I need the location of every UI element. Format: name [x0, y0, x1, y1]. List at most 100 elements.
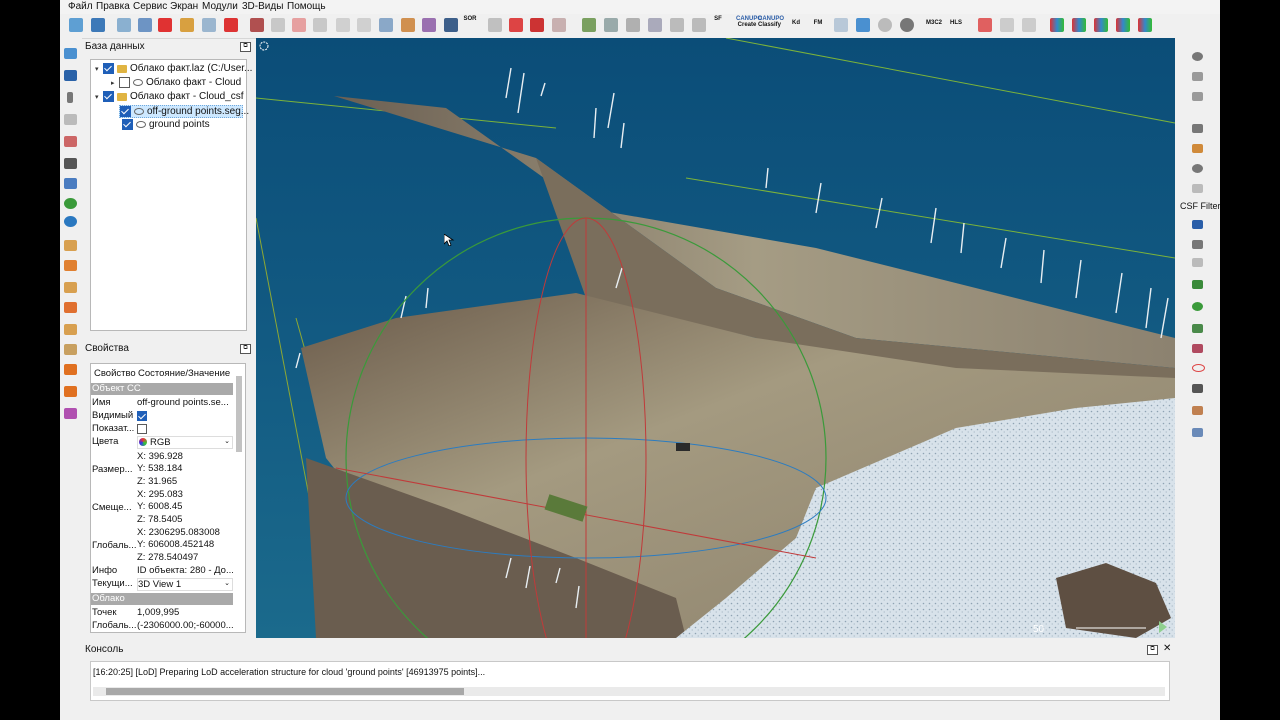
console-scroll-thumb[interactable] — [106, 688, 464, 695]
db-tree[interactable]: ▾ Облако факт.laz (C:/User... ▸ Облако фак… — [90, 59, 252, 331]
tag-icon[interactable] — [1192, 344, 1203, 353]
measure-icon[interactable] — [1192, 52, 1203, 61]
name-field[interactable]: off-ground points.se... — [137, 397, 229, 408]
visible-checkbox[interactable] — [137, 411, 150, 422]
align-icon[interactable] — [202, 18, 216, 32]
ellipse-icon[interactable] — [1192, 364, 1205, 372]
cone-icon[interactable] — [692, 18, 706, 32]
bottom-view-icon[interactable] — [64, 344, 77, 355]
console-float-button[interactable]: ⧉ — [1147, 645, 1158, 655]
register-icon[interactable] — [552, 18, 566, 32]
table-icon[interactable] — [1192, 92, 1203, 101]
add-point-icon[interactable] — [158, 18, 172, 32]
zoom-icon[interactable] — [64, 216, 77, 227]
sphere-icon[interactable] — [648, 18, 662, 32]
curvature-icon[interactable] — [313, 18, 327, 32]
stereo-icon[interactable] — [64, 408, 77, 419]
filter-icon[interactable] — [401, 18, 415, 32]
distance-icon[interactable] — [488, 18, 502, 32]
view-icon[interactable] — [834, 18, 848, 32]
tree-item-off-ground[interactable]: off-ground points.seg... — [119, 105, 249, 118]
tree-item-cloud-csf[interactable]: ▾ Облако факт - Cloud_csf — [95, 91, 244, 104]
north-icon[interactable] — [1192, 220, 1203, 229]
subsample-icon[interactable] — [271, 18, 285, 32]
plane-icon[interactable] — [626, 18, 640, 32]
mesh-icon[interactable] — [604, 18, 618, 32]
right-view-icon[interactable] — [64, 302, 77, 313]
canupo-classify-button[interactable]: CANUPO Classify — [758, 16, 784, 28]
cylinder-icon[interactable] — [670, 18, 684, 32]
iso1-view-icon[interactable] — [64, 364, 77, 375]
delete-icon[interactable] — [224, 18, 238, 32]
checkbox[interactable] — [103, 91, 114, 102]
col-value-header[interactable]: Состояние/Значение — [138, 368, 230, 379]
console-scrollbar[interactable] — [93, 687, 1165, 696]
layers-icon[interactable] — [1192, 72, 1203, 81]
sor-button[interactable]: SOR — [462, 16, 478, 22]
shading-icon[interactable] — [878, 18, 892, 32]
segment-icon[interactable] — [379, 18, 393, 32]
left-view-icon[interactable] — [64, 282, 77, 293]
tree-item-cloud[interactable]: ▸ Облако факт - Cloud — [111, 77, 241, 90]
props-scrollbar[interactable] — [236, 376, 242, 452]
angle-icon[interactable] — [1192, 164, 1203, 173]
menu-edit[interactable]: Правка — [96, 1, 130, 12]
menu-help[interactable]: Помощь — [287, 1, 326, 12]
collapse-arrow-icon[interactable]: ▾ — [95, 65, 103, 73]
clone-icon[interactable] — [138, 18, 152, 32]
checkbox[interactable] — [120, 106, 131, 117]
canupo-create-button[interactable]: CANUPO Create — [736, 16, 762, 28]
menu-3d-views[interactable]: 3D-Виды — [242, 1, 283, 12]
menu-display[interactable]: Экран — [170, 1, 198, 12]
ruler-icon[interactable] — [1192, 144, 1203, 153]
roughness-icon[interactable] — [336, 18, 350, 32]
forest-icon[interactable] — [1192, 324, 1203, 333]
colormap5-icon[interactable] — [1138, 18, 1152, 32]
props-panel-float-button[interactable]: ⧉ — [240, 344, 251, 354]
colormap-icon[interactable] — [1050, 18, 1064, 32]
console-log[interactable]: [16:20:25] [LoD] Preparing LoD accelerat… — [90, 661, 1170, 701]
quote-icon[interactable] — [67, 92, 73, 103]
profile-icon[interactable] — [1192, 428, 1203, 437]
menu-tools[interactable]: Сервис — [133, 1, 167, 12]
front-view-icon[interactable] — [64, 240, 77, 251]
top-view-icon[interactable] — [64, 324, 77, 335]
kd-button[interactable]: Kd — [788, 20, 804, 26]
density-icon[interactable] — [292, 18, 306, 32]
checkbox[interactable] — [119, 77, 130, 88]
colormap2-icon[interactable] — [1072, 18, 1086, 32]
back-view-icon[interactable] — [64, 260, 77, 271]
merge-icon[interactable] — [180, 18, 194, 32]
person-icon[interactable] — [1192, 384, 1203, 393]
gradient-icon[interactable] — [357, 18, 371, 32]
col-property-header[interactable]: Свойство — [94, 368, 136, 379]
normals-icon[interactable] — [582, 18, 596, 32]
fullscreen-icon[interactable] — [64, 158, 77, 169]
iso2-view-icon[interactable] — [64, 386, 77, 397]
collapse-arrow-icon[interactable]: ▾ — [95, 93, 103, 101]
sf-button[interactable]: SF — [710, 16, 726, 22]
open-icon[interactable] — [69, 18, 83, 32]
noise-icon[interactable] — [422, 18, 436, 32]
point-pick-icon[interactable] — [64, 136, 77, 147]
menu-plugins[interactable]: Модули — [202, 1, 238, 12]
tree-item-ground[interactable]: ground points — [122, 119, 210, 132]
colors-select[interactable]: RGB ⌄ — [137, 436, 233, 449]
perspective-icon[interactable] — [64, 198, 77, 209]
screen-icon[interactable] — [64, 48, 77, 59]
leaf-icon[interactable] — [1192, 302, 1203, 311]
m3c2-button[interactable]: M3C2 — [924, 20, 944, 26]
tree-item-laz[interactable]: ▾ Облако факт.laz (C:/User... — [95, 63, 252, 76]
console-close-button[interactable]: ✕ — [1163, 643, 1171, 654]
grid-icon[interactable] — [444, 18, 458, 32]
move-icon[interactable] — [117, 18, 131, 32]
hls-button[interactable]: HLS — [948, 20, 964, 26]
compass-icon[interactable] — [1000, 18, 1014, 32]
expand-arrow-icon[interactable]: ▸ — [111, 79, 119, 87]
checkbox[interactable] — [103, 63, 114, 74]
csf-filter-icon[interactable] — [1192, 184, 1203, 193]
fm-button[interactable]: FM — [810, 20, 826, 26]
colormap3-icon[interactable] — [1094, 18, 1108, 32]
clip-box-icon[interactable] — [530, 18, 544, 32]
snapshot-icon[interactable] — [64, 70, 77, 81]
